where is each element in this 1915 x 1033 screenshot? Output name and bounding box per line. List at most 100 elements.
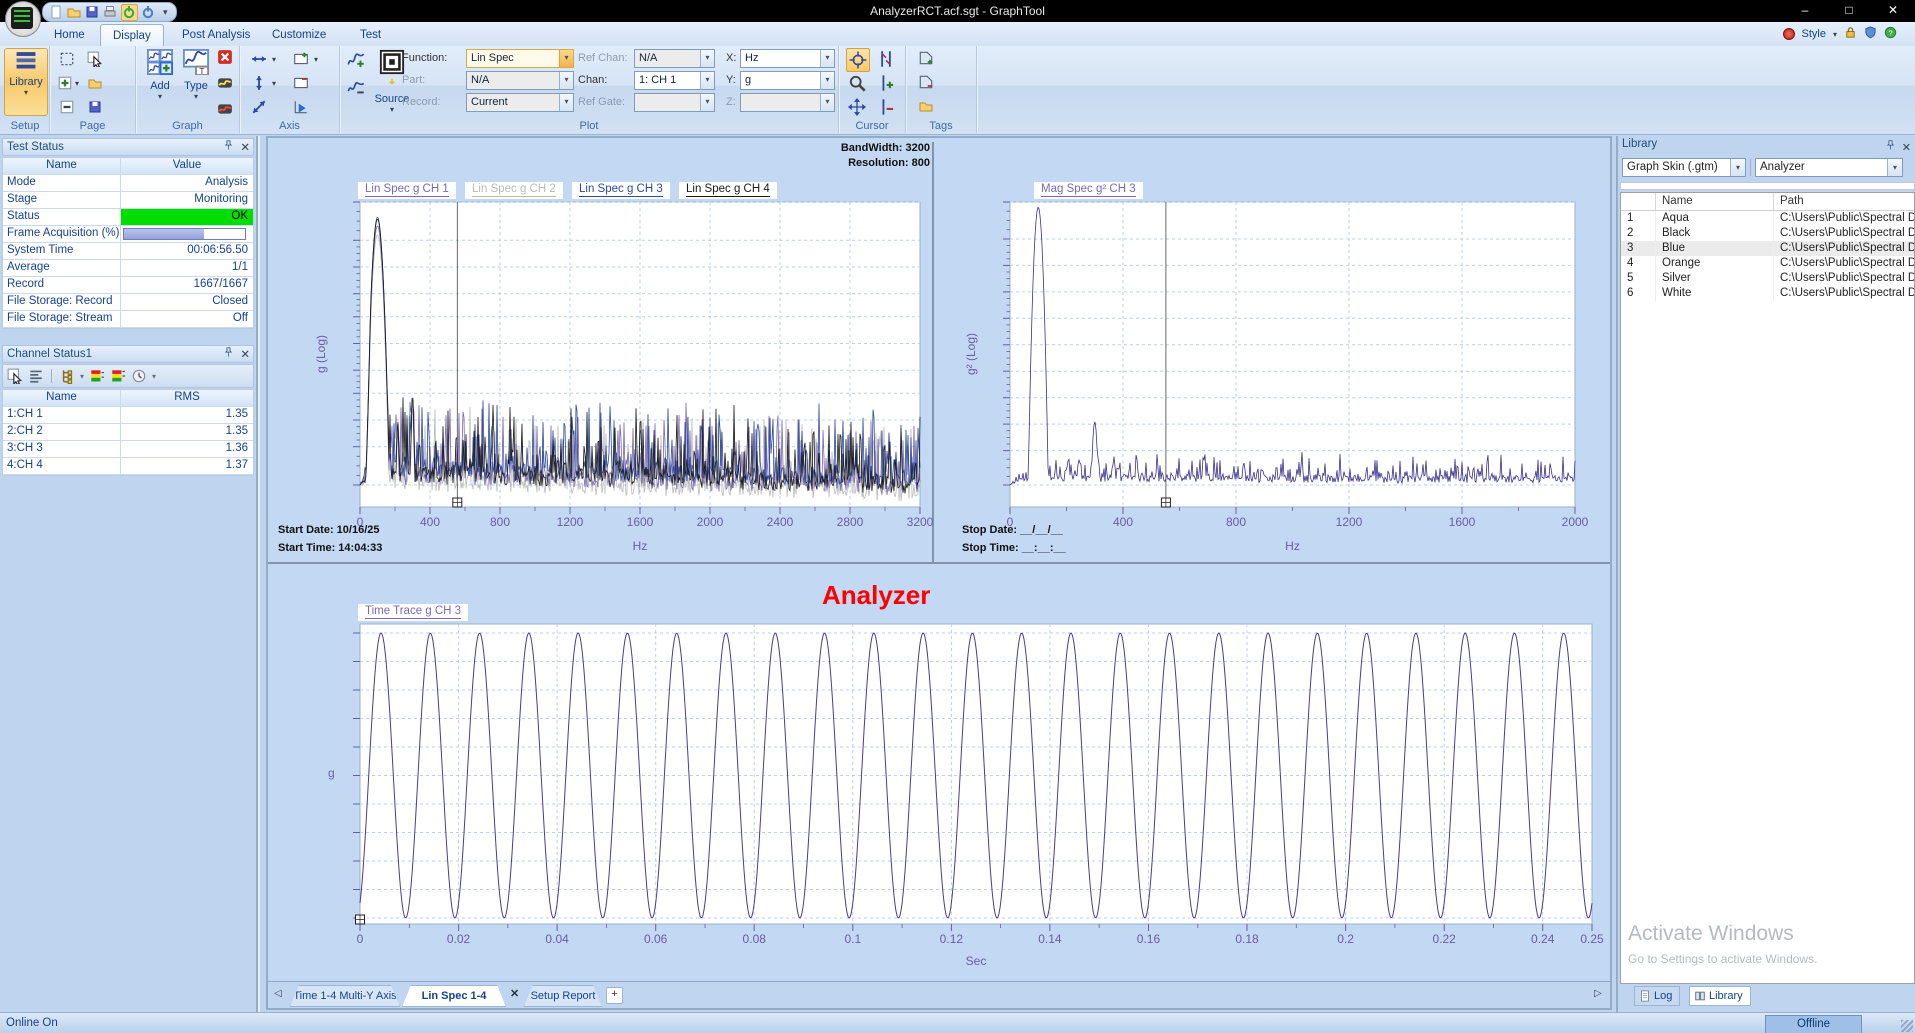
add-graph-button[interactable]: Add▾	[142, 48, 178, 122]
library-row[interactable]: 6WhiteC:\Users\Public\Spectral D	[1621, 286, 1914, 301]
library-row[interactable]: 5SilverC:\Users\Public\Spectral D	[1621, 271, 1914, 286]
open-folder-icon[interactable]	[67, 5, 82, 20]
log-doc-icon[interactable]	[1639, 990, 1651, 1002]
table-row[interactable]: StageMonitoring	[3, 192, 253, 209]
shield-icon[interactable]	[1864, 26, 1877, 42]
cursor-add-icon[interactable]	[877, 74, 895, 92]
graph-type-button[interactable]: TType▾	[178, 48, 214, 122]
chevron-down-icon[interactable]: ▾	[272, 79, 276, 88]
dropdown-refgate[interactable]: ▾	[634, 93, 715, 112]
power-off-icon[interactable]	[141, 5, 156, 20]
zoom-in-icon[interactable]	[292, 50, 310, 68]
axis-x-icon[interactable]	[251, 51, 267, 67]
chevron-down-icon[interactable]: ▾	[559, 94, 573, 111]
close-icon[interactable]: ✕	[240, 140, 250, 157]
close-button[interactable]: ✕	[1871, 0, 1915, 22]
chevron-down-icon[interactable]: ▾	[272, 55, 276, 64]
select-pointer-icon[interactable]	[7, 368, 23, 384]
band-red-icon[interactable]	[217, 101, 233, 117]
library-row[interactable]: 3BlueC:\Users\Public\Spectral D	[1621, 241, 1914, 256]
axis-free-icon[interactable]	[250, 98, 268, 116]
panel-tab-library[interactable]: Library	[1689, 986, 1751, 1006]
axis-auto-icon[interactable]	[293, 99, 309, 115]
delete-x-icon[interactable]	[216, 48, 234, 66]
save-page-icon[interactable]	[88, 100, 102, 114]
axis-free-icon[interactable]	[251, 99, 267, 115]
chevron-down-icon[interactable]: ▾	[820, 72, 834, 89]
dropdown-refchan[interactable]: N/A▾	[634, 49, 715, 68]
table-row[interactable]: System Time00:06:56.50	[3, 243, 253, 260]
legend-lin-spec-overlay-0[interactable]: Lin Spec g CH 1	[358, 182, 456, 199]
band-red-icon[interactable]	[216, 100, 234, 118]
tree-view-icon[interactable]	[59, 368, 75, 384]
table-row[interactable]: ModeAnalysis	[3, 175, 253, 192]
crosshair-icon[interactable]	[846, 48, 870, 72]
close-page-icon[interactable]: ✕	[510, 987, 519, 1000]
tag-add-icon[interactable]	[916, 48, 936, 68]
mini-chart-ref-icon[interactable]	[347, 77, 365, 95]
table-row[interactable]: 1:CH 11.35	[3, 407, 253, 424]
open-folder-icon[interactable]	[916, 96, 936, 116]
tab-home[interactable]: Home	[42, 24, 97, 46]
crosshair-icon[interactable]	[849, 51, 867, 69]
add-page-icon[interactable]	[57, 75, 73, 91]
resize-grip[interactable]	[1901, 1020, 1913, 1032]
library-book-icon[interactable]	[1694, 990, 1706, 1002]
tag-remove-icon[interactable]	[916, 72, 936, 92]
dropdown-part[interactable]: N/A▾	[466, 71, 574, 90]
meter-limits-icon[interactable]	[89, 368, 105, 384]
legend-lin-spec-overlay-1[interactable]: Lin Spec g CH 2	[465, 182, 563, 199]
cursor-pair-icon[interactable]	[877, 50, 895, 68]
chevron-down-icon[interactable]: ▾	[1833, 30, 1837, 39]
pin-icon[interactable]	[1885, 140, 1896, 154]
table-row[interactable]: File Storage: RecordClosed	[3, 294, 253, 311]
mini-chart-add-icon[interactable]	[346, 48, 366, 68]
scroll-left-icon[interactable]: ◁	[274, 988, 282, 999]
dropdown-x[interactable]: Hz▾	[740, 49, 835, 68]
library-row[interactable]: 1AquaC:\Users\Public\Spectral D	[1621, 211, 1914, 226]
library-row[interactable]: 2BlackC:\Users\Public\Spectral D	[1621, 226, 1914, 241]
legend-time-trace-ch3-0[interactable]: Time Trace g CH 3	[358, 604, 468, 621]
axis-auto-icon[interactable]	[292, 98, 310, 116]
axis-y-icon[interactable]	[250, 74, 268, 92]
library-button[interactable]: Library▾	[4, 48, 48, 116]
legend-lin-spec-overlay-3[interactable]: Lin Spec g CH 4	[679, 182, 777, 199]
dropdown-chan[interactable]: 1: CH 1▾	[634, 71, 715, 90]
pan-icon[interactable]	[848, 98, 866, 116]
chevron-down-icon[interactable]: ▾	[314, 55, 318, 64]
library-skin-dropdown[interactable]: Analyzer▾	[1755, 158, 1903, 177]
band-yellow-icon[interactable]	[216, 74, 234, 92]
add-page-icon[interactable]	[56, 74, 74, 92]
save-page-icon[interactable]	[86, 98, 104, 116]
new-document-icon[interactable]	[49, 5, 64, 20]
tab-post-analysis[interactable]: Post Analysis	[170, 24, 262, 46]
tab-display[interactable]: Display	[100, 24, 164, 47]
chevron-down-icon[interactable]: ▾	[559, 50, 573, 67]
mini-chart-ref-icon[interactable]	[346, 76, 366, 96]
mini-chart-add-icon[interactable]	[347, 49, 365, 67]
align-list-icon[interactable]	[28, 368, 44, 384]
library-scroll-sliver[interactable]	[1620, 182, 1915, 190]
cursor-pair-icon[interactable]	[875, 48, 897, 70]
table-row[interactable]: StatusOK	[3, 209, 253, 226]
maximize-button[interactable]: □	[1827, 0, 1871, 22]
dropdown-record[interactable]: Current▾	[466, 93, 574, 112]
tab-customize[interactable]: Customize	[260, 24, 338, 46]
help-icon[interactable]: ?	[1884, 26, 1897, 42]
save-icon[interactable]	[85, 5, 100, 20]
library-row[interactable]: 4OrangeC:\Users\Public\Spectral D	[1621, 256, 1914, 271]
pin-icon[interactable]	[223, 140, 234, 157]
page-tab-lin-spec-1-4-overlay[interactable]: Lin Spec 1-4 Overlay	[402, 985, 506, 1007]
plot-area-mag-spec-ch3[interactable]	[1001, 201, 1578, 521]
page-tab-time-1-4-multi-y-axis[interactable]: Time 1-4 Multi-Y Axis	[290, 985, 400, 1007]
delete-x-icon[interactable]	[217, 49, 233, 65]
table-row[interactable]: Record1667/1667	[3, 277, 253, 294]
dropdown-y[interactable]: g▾	[740, 71, 835, 90]
band-yellow-icon[interactable]	[217, 75, 233, 91]
cursor-remove-icon[interactable]	[875, 96, 897, 118]
chevron-down-icon[interactable]: ▾	[559, 72, 573, 89]
minimize-button[interactable]: –	[1783, 0, 1827, 22]
plot-area-time-trace-ch3[interactable]	[351, 623, 1595, 938]
meter-alarm-icon[interactable]	[110, 368, 126, 384]
open-folder-icon[interactable]	[919, 99, 933, 113]
